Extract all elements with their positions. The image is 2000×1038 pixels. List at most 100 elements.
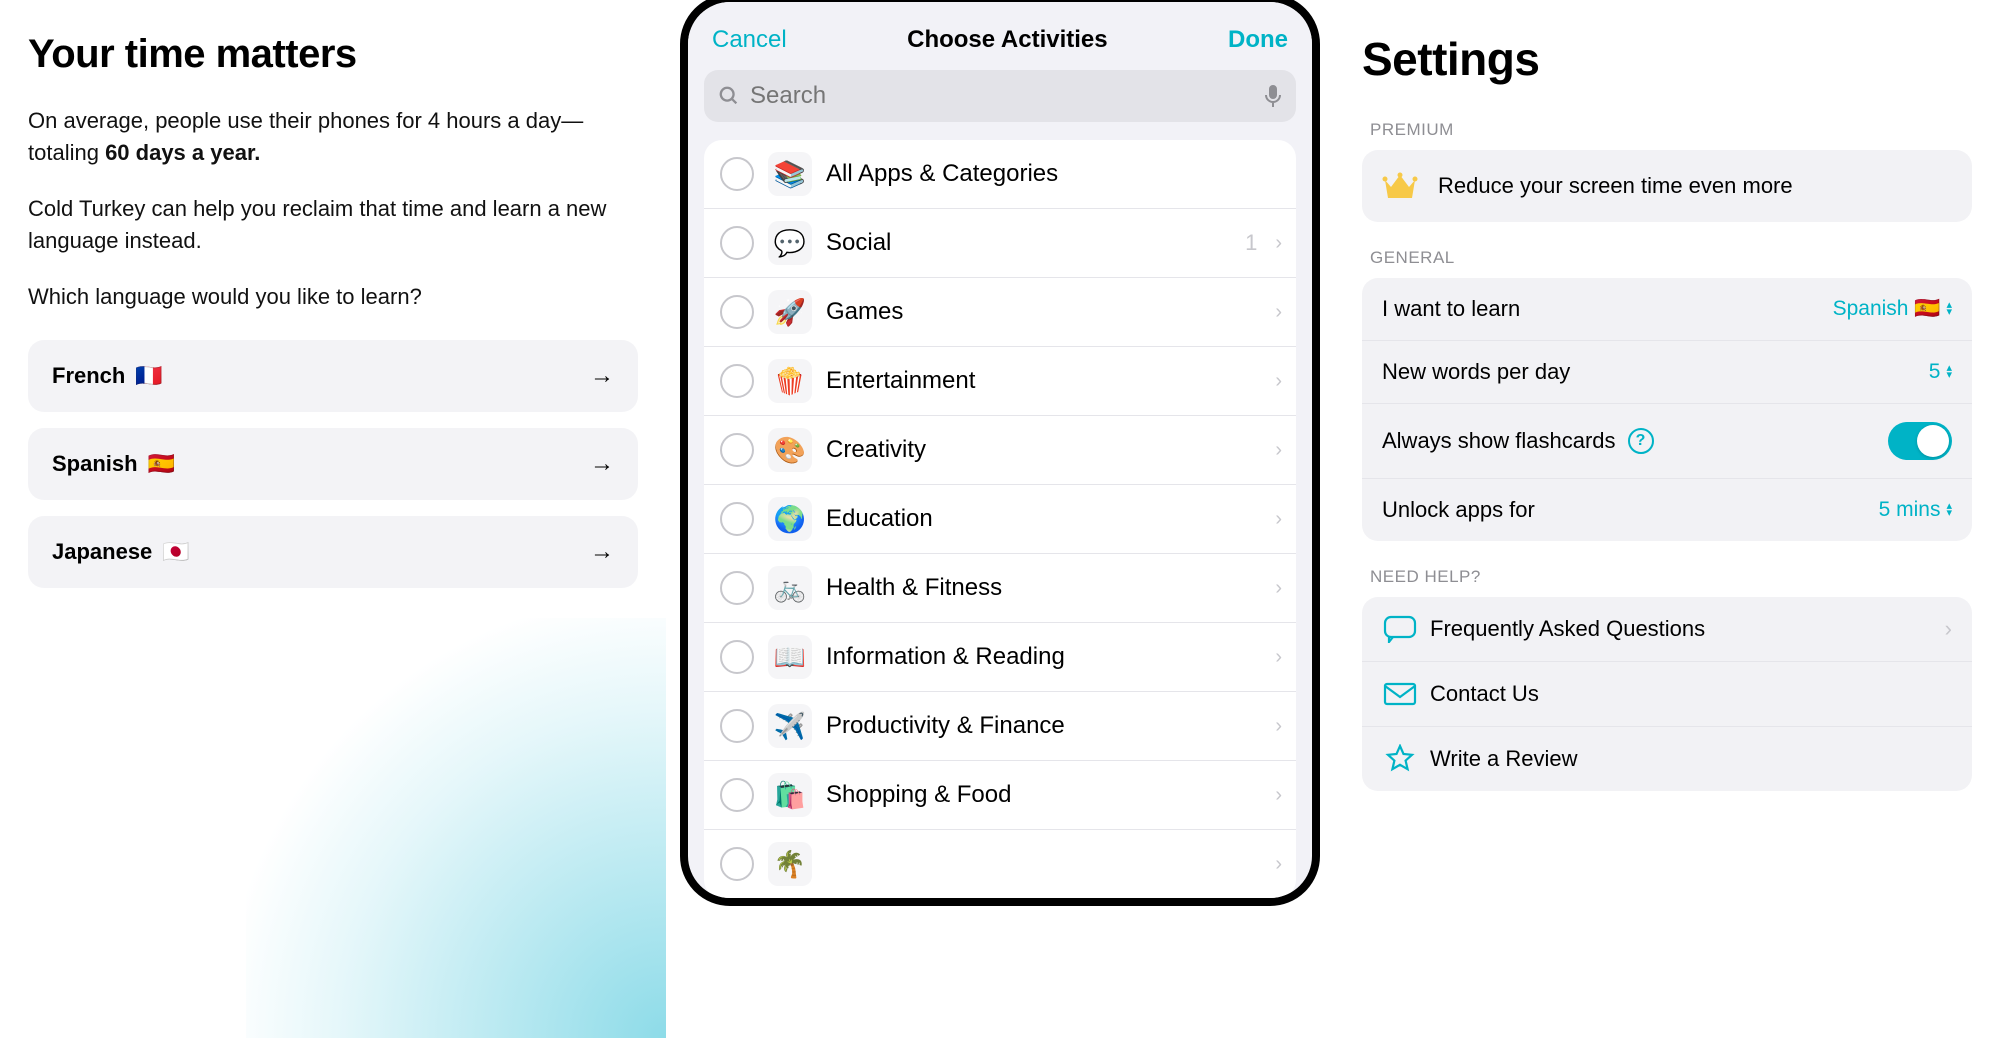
setting-unlock-duration[interactable]: Unlock apps for 5 mins▴▾ <box>1362 479 1972 541</box>
chevron-right-icon: › <box>1275 853 1282 876</box>
arrow-right-icon: → <box>590 538 614 566</box>
activity-row[interactable]: 🛍️Shopping & Food› <box>704 761 1296 830</box>
help-settings-group: Frequently Asked Questions › Contact Us … <box>1362 597 1972 791</box>
premium-text: Reduce your screen time even more <box>1438 173 1793 199</box>
language-list: French🇫🇷 → Spanish🇪🇸 → Japanese🇯🇵 → <box>28 340 638 588</box>
onboarding-para2: Cold Turkey can help you reclaim that ti… <box>28 193 638 257</box>
radio-unchecked[interactable] <box>720 226 754 260</box>
activity-list: 📚All Apps & Categories💬Social1›🚀Games›🍿E… <box>704 140 1296 898</box>
gradient-decor <box>246 618 666 1038</box>
updown-icon: ▴▾ <box>1946 365 1952 379</box>
activity-row[interactable]: ✈️ Productivity & Finance › <box>704 692 1296 761</box>
flag-spain-icon: 🇪🇸 <box>148 451 175 477</box>
radio-unchecked[interactable] <box>720 640 754 674</box>
activity-row[interactable]: 💬 Social 1 › <box>704 209 1296 278</box>
category-icon: 📖 <box>768 635 812 679</box>
activity-row[interactable]: 🌍 Education › <box>704 485 1296 554</box>
modal-title: Choose Activities <box>907 26 1108 54</box>
onboarding-question: Which language would you like to learn? <box>28 281 638 313</box>
language-option-french[interactable]: French🇫🇷 → <box>28 340 638 412</box>
radio-unchecked[interactable] <box>720 295 754 329</box>
category-icon: 🌍 <box>768 497 812 541</box>
search-icon <box>718 85 740 107</box>
help-faq[interactable]: Frequently Asked Questions › <box>1362 597 1972 662</box>
chevron-right-icon: › <box>1275 301 1282 324</box>
chevron-right-icon: › <box>1275 508 1282 531</box>
radio-unchecked[interactable] <box>720 433 754 467</box>
activity-row[interactable]: 📖Information & Reading› <box>704 623 1296 692</box>
activity-count: 1 <box>1245 230 1257 256</box>
settings-panel: Settings PREMIUM Reduce your screen time… <box>1334 0 2000 1038</box>
category-icon: 🌴 <box>768 842 812 886</box>
radio-unchecked[interactable] <box>720 778 754 812</box>
chevron-right-icon: › <box>1945 616 1952 642</box>
onboarding-para1: On average, people use their phones for … <box>28 105 638 169</box>
chat-icon <box>1382 615 1418 643</box>
premium-card[interactable]: Reduce your screen time even more <box>1362 150 1972 222</box>
radio-unchecked[interactable] <box>720 364 754 398</box>
chevron-right-icon: › <box>1275 784 1282 807</box>
help-contact[interactable]: Contact Us <box>1362 662 1972 727</box>
activity-label: Entertainment <box>826 367 1261 395</box>
activity-label: Education <box>826 505 1261 533</box>
help-icon[interactable]: ? <box>1628 428 1654 454</box>
onboarding-title: Your time matters <box>28 32 638 77</box>
chevron-right-icon: › <box>1275 577 1282 600</box>
star-icon <box>1382 745 1418 773</box>
mic-icon[interactable] <box>1264 84 1282 108</box>
onboarding-panel: Your time matters On average, people use… <box>0 0 666 1038</box>
setting-learn-language[interactable]: I want to learn Spanish 🇪🇸▴▾ <box>1362 278 1972 341</box>
category-icon: 🍿 <box>768 359 812 403</box>
setting-words-per-day[interactable]: New words per day 5▴▾ <box>1362 341 1972 404</box>
activity-row[interactable]: 📚 All Apps & Categories <box>704 140 1296 209</box>
activity-label: All Apps & Categories <box>826 160 1282 188</box>
chevron-right-icon: › <box>1275 232 1282 255</box>
activity-row[interactable]: 🚀Games› <box>704 278 1296 347</box>
activity-row[interactable]: 🎨 Creativity › <box>704 416 1296 485</box>
activity-label: Games <box>826 298 1261 326</box>
activity-row[interactable]: 🚲Health & Fitness› <box>704 554 1296 623</box>
crown-icon <box>1382 172 1418 200</box>
language-option-spanish[interactable]: Spanish🇪🇸 → <box>28 428 638 500</box>
radio-unchecked[interactable] <box>720 157 754 191</box>
radio-unchecked[interactable] <box>720 847 754 881</box>
activity-label: Social <box>826 229 1231 257</box>
radio-unchecked[interactable] <box>720 709 754 743</box>
search-bar[interactable] <box>704 70 1296 122</box>
category-icon: 📚 <box>768 152 812 196</box>
radio-unchecked[interactable] <box>720 502 754 536</box>
chevron-right-icon: › <box>1275 646 1282 669</box>
cancel-button[interactable]: Cancel <box>712 26 787 54</box>
language-option-japanese[interactable]: Japanese🇯🇵 → <box>28 516 638 588</box>
chevron-right-icon: › <box>1275 439 1282 462</box>
modal-header: Cancel Choose Activities Done <box>688 2 1312 70</box>
activity-row[interactable]: 🌴› <box>704 830 1296 898</box>
chevron-right-icon: › <box>1275 370 1282 393</box>
setting-always-flashcards: Always show flashcards? <box>1362 404 1972 479</box>
flag-japan-icon: 🇯🇵 <box>162 539 189 565</box>
mail-icon <box>1382 680 1418 708</box>
premium-section-header: PREMIUM <box>1370 120 1964 140</box>
arrow-right-icon: → <box>590 362 614 390</box>
toggle-flashcards[interactable] <box>1888 422 1952 460</box>
help-section-header: NEED HELP? <box>1370 567 1964 587</box>
radio-unchecked[interactable] <box>720 571 754 605</box>
chevron-right-icon: › <box>1275 715 1282 738</box>
phone-mockup: Cancel Choose Activities Done 📚 All Apps … <box>666 0 1334 1038</box>
help-review[interactable]: Write a Review <box>1362 727 1972 791</box>
activity-row[interactable]: 🍿 Entertainment › <box>704 347 1296 416</box>
arrow-right-icon: → <box>590 450 614 478</box>
activity-label: Productivity & Finance <box>826 712 1261 740</box>
flag-france-icon: 🇫🇷 <box>135 363 162 389</box>
updown-icon: ▴▾ <box>1946 302 1952 316</box>
search-input[interactable] <box>750 82 1254 110</box>
done-button[interactable]: Done <box>1228 26 1288 54</box>
activity-label: Creativity <box>826 436 1261 464</box>
general-settings-group: I want to learn Spanish 🇪🇸▴▾ New words p… <box>1362 278 1972 541</box>
category-icon: ✈️ <box>768 704 812 748</box>
category-icon: 💬 <box>768 221 812 265</box>
settings-title: Settings <box>1362 32 1972 86</box>
category-icon: 🚲 <box>768 566 812 610</box>
category-icon: 🎨 <box>768 428 812 472</box>
activity-label: Shopping & Food <box>826 781 1261 809</box>
